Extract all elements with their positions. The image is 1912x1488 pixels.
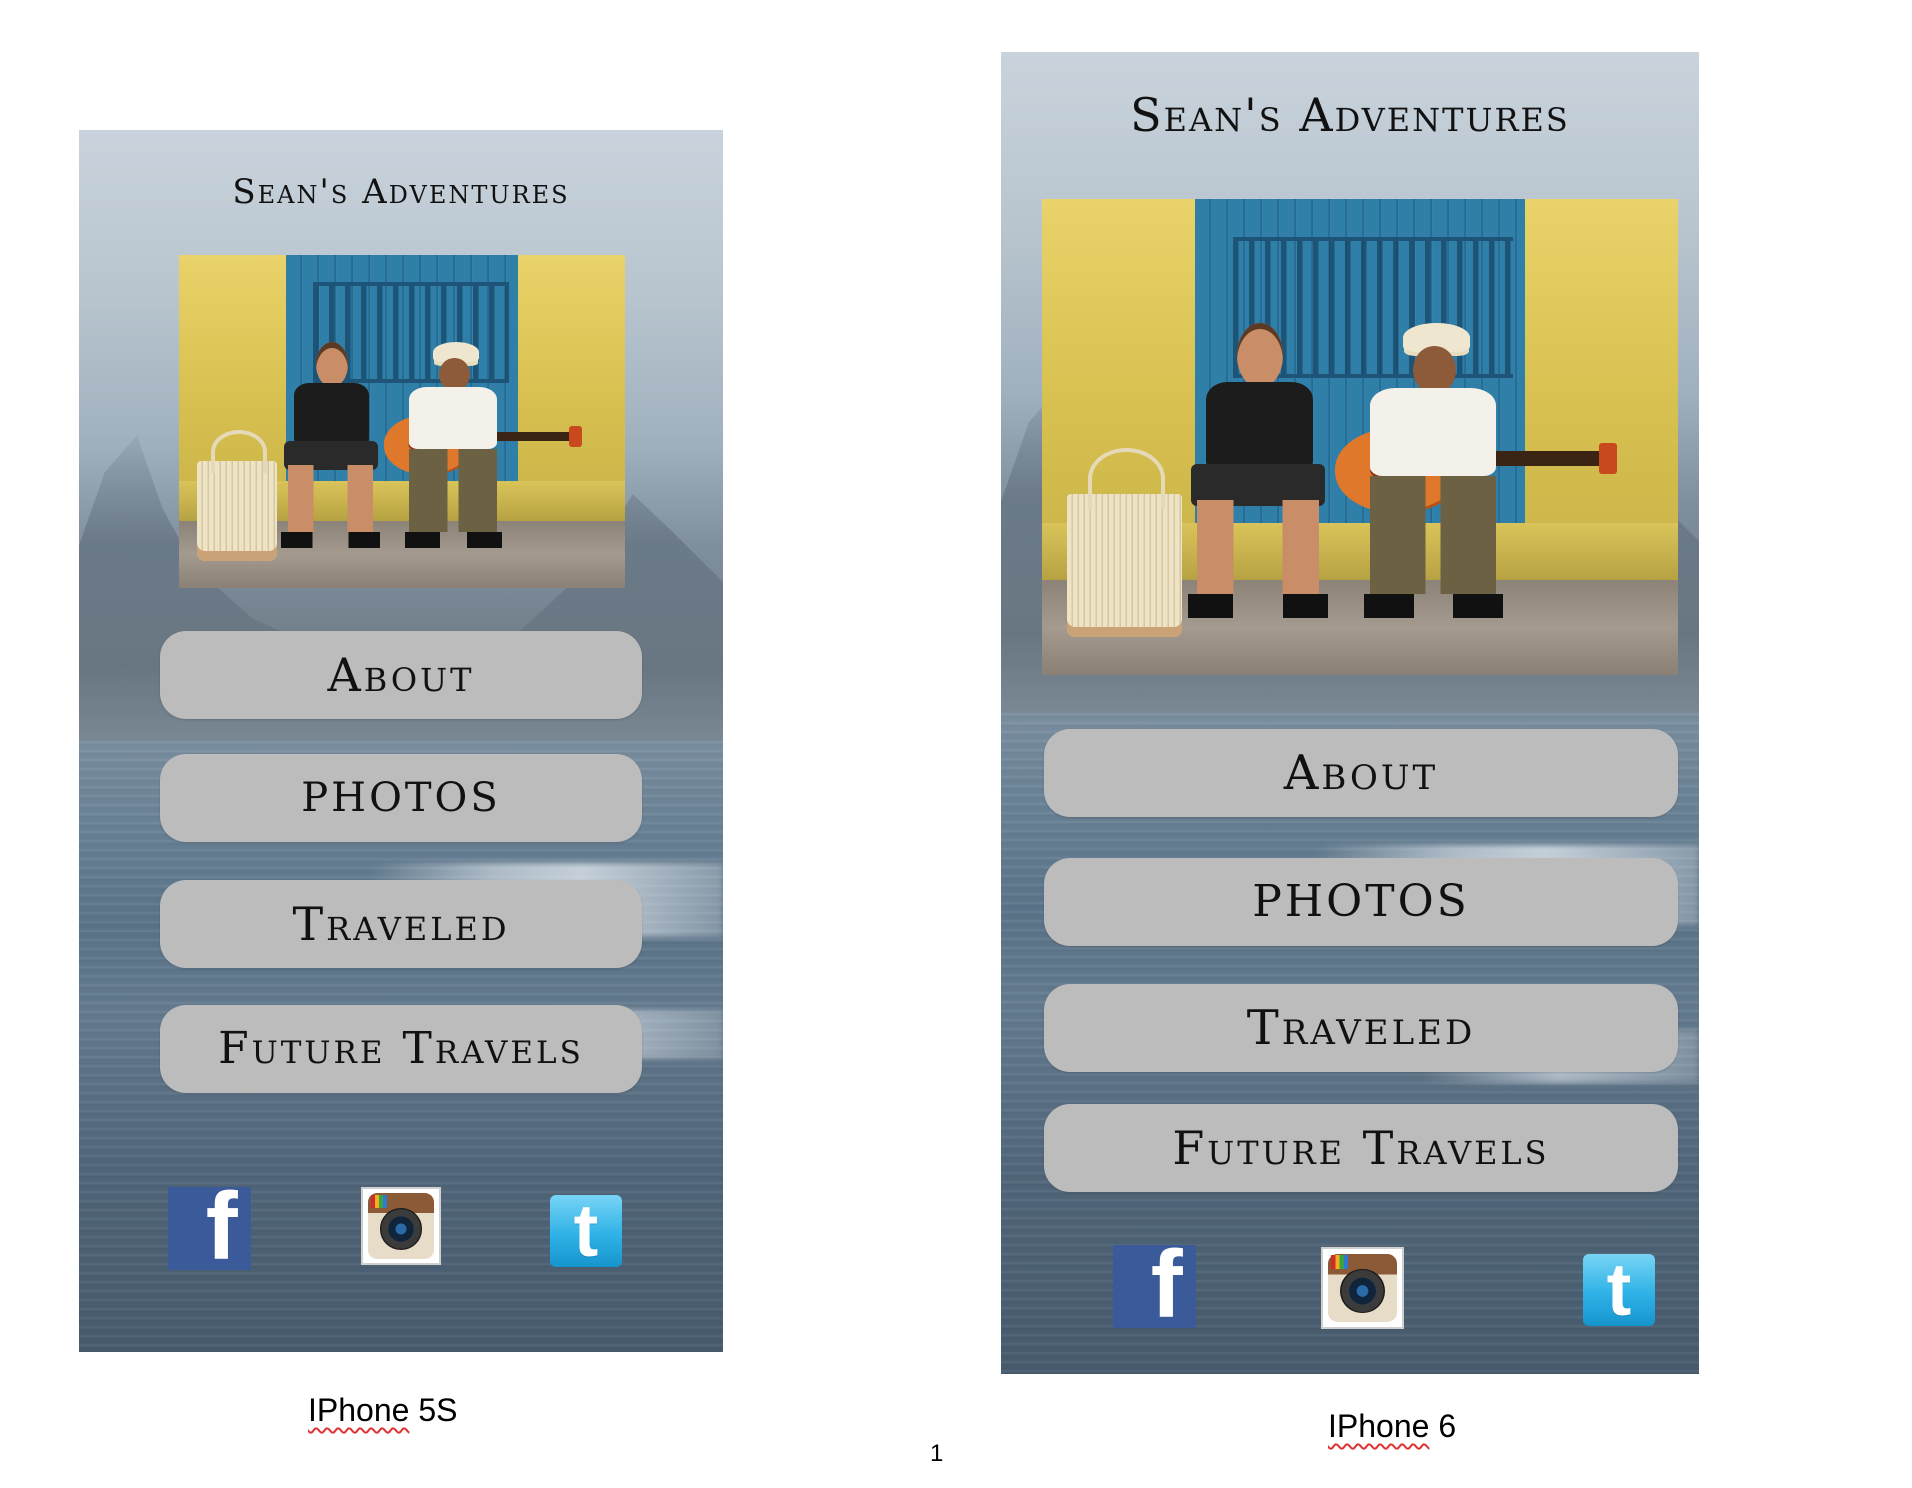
about-button-label: About [327,648,475,702]
device-caption-5s: IPhone 5S [308,1392,457,1429]
person [1347,322,1512,618]
traveled-button[interactable]: Traveled [1044,984,1678,1072]
device-model: 5S [409,1392,458,1428]
traveled-button-label: Traveled [292,897,510,951]
photos-button[interactable]: PHOTOS [1044,858,1678,946]
traveled-button-label: Traveled [1246,1000,1476,1056]
device-caption-6: IPhone 6 [1328,1408,1456,1445]
basket [1067,448,1182,637]
about-button-label: About [1283,745,1439,801]
hero-photo [179,255,625,588]
photos-button-label: PHOTOS [1252,876,1470,927]
facebook-icon[interactable]: f [1113,1236,1196,1332]
photos-button[interactable]: PHOTOS [160,754,642,842]
about-button[interactable]: About [160,631,642,719]
future-travels-button[interactable]: Future Travels [160,1005,642,1093]
iphone-5s-mockup: Sean's Adventures About PHOTOS Traveled … [79,130,723,1352]
traveled-button[interactable]: Traveled [160,880,642,968]
iphone-6-mockup: Sean's Adventures About PHOTOS Traveled … [1001,52,1699,1374]
facebook-icon[interactable]: f [168,1178,251,1274]
hero-photo [1042,199,1678,675]
document-page: Sean's Adventures About PHOTOS Traveled … [0,0,1912,1488]
app-title: Sean's Adventures [1130,88,1570,142]
photos-button-label: PHOTOS [301,775,501,821]
person [1182,322,1335,618]
app-title: Sean's Adventures [232,172,570,212]
future-travels-button[interactable]: Future Travels [1044,1104,1678,1192]
future-travels-button-label: Future Travels [218,1023,584,1074]
device-name: IPhone [308,1392,410,1428]
basket [196,429,278,562]
twitter-icon[interactable]: t [1583,1253,1655,1327]
page-number: 1 [930,1440,944,1467]
about-button[interactable]: About [1044,729,1678,817]
future-travels-button-label: Future Travels [1172,1121,1550,1175]
instagram-icon[interactable] [1321,1247,1404,1329]
person [393,341,509,549]
device-model: 6 [1429,1408,1457,1444]
twitter-icon[interactable]: t [550,1194,622,1268]
person [277,341,384,549]
device-name: IPhone [1328,1408,1430,1444]
instagram-icon[interactable] [361,1187,441,1265]
